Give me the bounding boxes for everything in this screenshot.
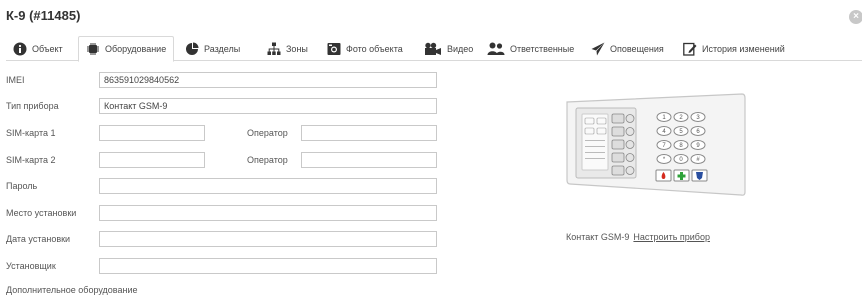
title-bar: К-9 (#11485) × bbox=[0, 0, 862, 36]
send-icon bbox=[591, 42, 605, 56]
device-caption: Контакт GSM-9 Настроить прибор bbox=[566, 232, 710, 242]
users-icon bbox=[487, 42, 505, 56]
edit-document-icon bbox=[683, 42, 697, 56]
tab-sections[interactable]: Разделы bbox=[178, 36, 247, 61]
device-type-field[interactable] bbox=[99, 98, 437, 114]
tab-label: Объект bbox=[32, 43, 63, 54]
sim2-operator-field[interactable] bbox=[301, 152, 437, 168]
tab-object[interactable]: Объект bbox=[6, 36, 70, 61]
device-type-label: Тип прибора bbox=[6, 101, 59, 111]
tab-label: История изменений bbox=[702, 43, 785, 54]
tab-label: Оповещения bbox=[610, 43, 664, 54]
sim2-field[interactable] bbox=[99, 152, 205, 168]
tab-label: Оборудование bbox=[105, 44, 167, 54]
tab-video[interactable]: Видео bbox=[417, 36, 480, 61]
sim2-operator-label: Оператор bbox=[247, 155, 288, 165]
configure-device-link[interactable]: Настроить прибор bbox=[633, 232, 710, 242]
video-camera-icon bbox=[424, 42, 442, 56]
install-date-label: Дата установки bbox=[6, 234, 71, 244]
tab-photo[interactable]: Фото объекта bbox=[320, 36, 410, 61]
sim2-label: SIM-карта 2 bbox=[6, 155, 56, 165]
tab-history[interactable]: История изменений bbox=[676, 36, 792, 61]
tab-label: Зоны bbox=[286, 43, 308, 54]
sim1-operator-field[interactable] bbox=[301, 125, 437, 141]
installer-label: Установщик bbox=[6, 261, 56, 271]
tab-label: Ответственные bbox=[510, 43, 575, 54]
pie-chart-icon bbox=[185, 42, 199, 56]
sim1-label: SIM-карта 1 bbox=[6, 128, 56, 138]
tab-label: Видео bbox=[447, 43, 474, 54]
tab-label: Фото объекта bbox=[346, 43, 403, 54]
keypad-device-icon: 1 2 3 4 5 6 7 8 9 * 0 # bbox=[566, 93, 746, 196]
tab-label: Разделы bbox=[204, 43, 241, 54]
sim1-field[interactable] bbox=[99, 125, 205, 141]
hierarchy-icon bbox=[267, 42, 281, 56]
device-image: 1 2 3 4 5 6 7 8 9 * 0 # bbox=[564, 92, 747, 198]
tab-notifications[interactable]: Оповещения bbox=[584, 36, 671, 61]
page-title: К-9 (#11485) bbox=[6, 8, 81, 23]
tab-bar: Объект Оборудование Разделы Зоны Фото об… bbox=[6, 36, 862, 62]
imei-label: IMEI bbox=[6, 75, 25, 85]
tab-zones[interactable]: Зоны bbox=[260, 36, 315, 61]
tab-responsible[interactable]: Ответственные bbox=[480, 36, 581, 61]
camera-icon bbox=[327, 42, 341, 56]
password-field[interactable] bbox=[99, 178, 437, 194]
extra-equipment-label: Дополнительное оборудование bbox=[6, 285, 138, 295]
password-label: Пароль bbox=[6, 181, 38, 191]
tab-equipment[interactable]: Оборудование bbox=[78, 36, 175, 62]
installer-field[interactable] bbox=[99, 258, 437, 274]
location-field[interactable] bbox=[99, 205, 437, 221]
close-icon: × bbox=[853, 11, 859, 22]
imei-field[interactable] bbox=[99, 72, 437, 88]
chip-icon bbox=[86, 42, 100, 56]
close-button[interactable]: × bbox=[849, 10, 862, 24]
device-name: Контакт GSM-9 bbox=[566, 232, 630, 242]
location-label: Место установки bbox=[6, 208, 77, 218]
install-date-field[interactable] bbox=[99, 231, 437, 247]
sim1-operator-label: Оператор bbox=[247, 128, 288, 138]
info-icon bbox=[13, 42, 27, 56]
